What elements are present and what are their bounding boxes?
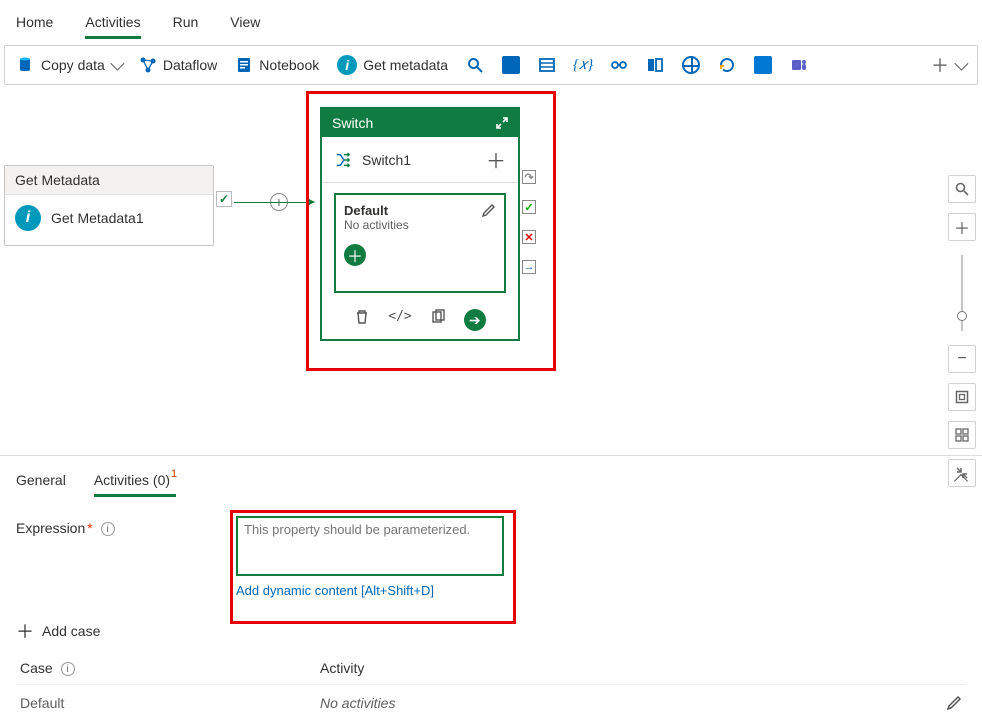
port-failure[interactable]: ✕ [522, 230, 536, 244]
variable-icon: {𝑥} [574, 56, 592, 74]
tool-foreach[interactable] [718, 56, 736, 74]
outlook-icon [754, 56, 772, 74]
tool-table[interactable] [538, 56, 556, 74]
top-tab-activities[interactable]: Activities [85, 8, 140, 38]
tool-notebook-label: Notebook [259, 57, 319, 73]
node-title: Get Metadata [5, 166, 213, 195]
node-activity-name: Get Metadata1 [51, 210, 144, 226]
tool-add-more[interactable]: ＋ [931, 52, 965, 78]
error-badge: 1 [171, 468, 177, 480]
top-tab-run[interactable]: Run [173, 8, 199, 38]
add-case-button[interactable]: ＋ [486, 145, 506, 174]
script-icon [502, 56, 520, 74]
sub-tab-activities[interactable]: Activities (0)1 [94, 466, 176, 496]
run-button[interactable]: ➔ [464, 309, 486, 331]
tool-get-metadata[interactable]: i Get metadata [337, 55, 448, 75]
add-case-button[interactable]: ＋ Add case [16, 618, 100, 644]
add-case-label: Add case [42, 623, 100, 639]
tool-teams[interactable] [790, 56, 808, 74]
activity-cell: No activities [320, 695, 395, 711]
fit-screen-button[interactable] [948, 383, 976, 411]
canvas-search-button[interactable] [948, 175, 976, 203]
chevron-down-icon [954, 57, 968, 71]
zoom-out-button[interactable]: − [948, 345, 976, 373]
tool-dataflow[interactable]: Dataflow [139, 56, 217, 74]
dataflow-icon [139, 56, 157, 74]
tool-dataflow-label: Dataflow [163, 57, 217, 73]
tool-search[interactable] [466, 56, 484, 74]
expression-label: Expression* i [16, 516, 216, 536]
sub-tab-activities-label: Activities (0) [94, 472, 170, 488]
tool-copy-data[interactable]: Copy data [17, 56, 121, 74]
teams-icon [790, 56, 808, 74]
lookup-icon [646, 56, 664, 74]
tool-lookup[interactable] [646, 56, 664, 74]
table-icon [538, 56, 556, 74]
info-icon: i [15, 205, 41, 231]
edit-row-button[interactable] [946, 695, 962, 711]
col-case-header: Case [20, 660, 53, 676]
port-completion[interactable]: → [522, 260, 536, 274]
edit-case-button[interactable] [482, 203, 496, 217]
info-icon[interactable]: i [61, 662, 75, 676]
switch-activity-name: Switch1 [362, 152, 411, 168]
notebook-icon [235, 56, 253, 74]
code-button[interactable]: </> [388, 309, 411, 331]
plus-icon: ＋ [931, 52, 949, 78]
port-skip[interactable]: ↷ [522, 170, 536, 184]
tool-outlook[interactable] [754, 56, 772, 74]
highlight-expression [230, 510, 516, 624]
plus-icon: ＋ [16, 618, 34, 644]
search-icon [466, 56, 484, 74]
sub-tab-general[interactable]: General [16, 466, 66, 496]
col-activity-header: Activity [316, 652, 966, 685]
pipeline-icon [610, 56, 628, 74]
info-icon: i [337, 55, 357, 75]
top-tab-view[interactable]: View [230, 8, 260, 38]
copy-data-icon [17, 56, 35, 74]
case-cell: Default [16, 685, 316, 722]
tool-web[interactable] [682, 56, 700, 74]
loop-icon [718, 56, 736, 74]
tool-variable[interactable]: {𝑥} [574, 56, 592, 74]
expand-icon[interactable] [496, 117, 508, 129]
info-icon[interactable]: i [101, 522, 115, 536]
tool-get-metadata-label: Get metadata [363, 57, 448, 73]
case-subtitle: No activities [344, 218, 496, 232]
copy-button[interactable] [430, 309, 446, 331]
switch-title: Switch [332, 115, 373, 131]
validation-check-icon: ✓ [216, 191, 232, 207]
tool-pipeline[interactable] [610, 56, 628, 74]
top-tab-home[interactable]: Home [16, 8, 53, 38]
zoom-slider[interactable] [961, 255, 963, 331]
add-activity-button[interactable]: ＋ [344, 244, 366, 266]
tool-copy-data-label: Copy data [41, 57, 105, 73]
zoom-in-button[interactable]: ＋ [948, 213, 976, 241]
switch-icon [334, 151, 352, 169]
chevron-down-icon [110, 57, 124, 71]
case-title: Default [344, 203, 496, 218]
delete-button[interactable] [354, 309, 370, 331]
tool-script[interactable] [502, 56, 520, 74]
port-success[interactable]: ✓ [522, 200, 536, 214]
connector-success [234, 202, 314, 203]
table-row: Default No activities [16, 685, 966, 722]
globe-icon [682, 56, 700, 74]
auto-layout-button[interactable] [948, 421, 976, 449]
tool-notebook[interactable]: Notebook [235, 56, 319, 74]
